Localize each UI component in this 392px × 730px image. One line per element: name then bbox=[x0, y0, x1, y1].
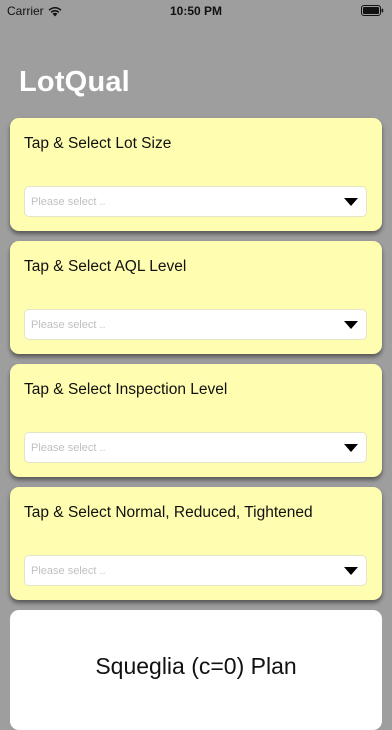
plan-title: Squeglia (c=0) Plan bbox=[95, 653, 297, 679]
caret-down-icon bbox=[344, 321, 358, 329]
battery-icon bbox=[361, 5, 384, 16]
severity-select[interactable]: Please select .. bbox=[24, 555, 367, 586]
aql-level-card: Tap & Select AQL Level Please select .. bbox=[10, 241, 382, 354]
severity-title: Tap & Select Normal, Reduced, Tightened bbox=[24, 504, 313, 521]
caret-down-icon bbox=[344, 444, 358, 452]
lot-size-select[interactable]: Please select .. bbox=[24, 186, 367, 217]
inspection-level-placeholder: Please select .. bbox=[31, 442, 106, 454]
status-time: 10:50 PM bbox=[169, 4, 223, 18]
app-title: LotQual bbox=[19, 66, 130, 98]
inspection-level-card: Tap & Select Inspection Level Please sel… bbox=[10, 364, 382, 477]
status-bar: Carrier 10:50 PM bbox=[0, 0, 392, 22]
plan-card: Squeglia (c=0) Plan bbox=[10, 610, 382, 730]
inspection-level-title: Tap & Select Inspection Level bbox=[24, 381, 228, 398]
aql-level-placeholder: Please select .. bbox=[31, 319, 106, 331]
inspection-level-select[interactable]: Please select .. bbox=[24, 432, 367, 463]
lot-size-placeholder: Please select .. bbox=[31, 196, 106, 208]
severity-placeholder: Please select .. bbox=[31, 565, 106, 577]
severity-card: Tap & Select Normal, Reduced, Tightened … bbox=[10, 487, 382, 600]
lot-size-title: Tap & Select Lot Size bbox=[24, 135, 172, 152]
caret-down-icon bbox=[344, 567, 358, 575]
caret-down-icon bbox=[344, 198, 358, 206]
lot-size-card: Tap & Select Lot Size Please select .. bbox=[10, 118, 382, 231]
aql-level-select[interactable]: Please select .. bbox=[24, 309, 367, 340]
aql-level-title: Tap & Select AQL Level bbox=[24, 258, 187, 275]
